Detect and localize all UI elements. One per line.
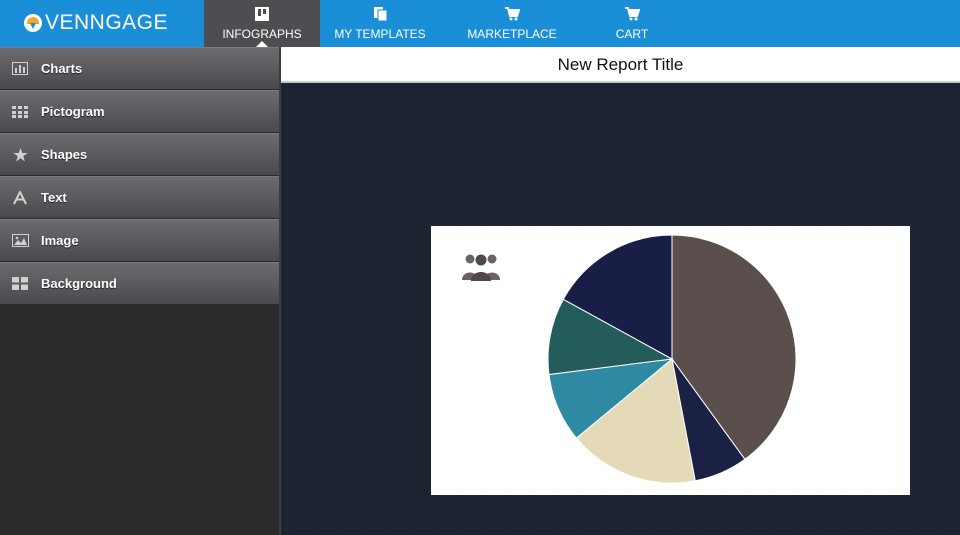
sidebar-item-background[interactable]: Background xyxy=(0,262,279,305)
sidebar-item-shapes[interactable]: Shapes xyxy=(0,133,279,176)
nav-tab-infographs[interactable]: INFOGRAPHS xyxy=(204,0,320,47)
venngage-logo[interactable]: VENNGAGE xyxy=(24,11,168,35)
sidebar-item-label: Background xyxy=(41,276,117,291)
sidebar-item-pictogram[interactable]: Pictogram xyxy=(0,90,279,133)
sidebar: Charts Pictogram Shapes Text Image Backg… xyxy=(0,47,281,535)
nav-tab-label: INFOGRAPHS xyxy=(222,27,302,41)
sidebar-item-label: Pictogram xyxy=(41,104,105,119)
nav-tab-marketplace[interactable]: MARKETPLACE xyxy=(462,0,562,47)
logo-text: VENNGAGE xyxy=(45,11,169,34)
sidebar-item-charts[interactable]: Charts xyxy=(0,47,279,90)
nav-tab-cart[interactable]: CART xyxy=(602,0,662,47)
chart-card[interactable] xyxy=(431,226,910,495)
nav-tab-label: MY TEMPLATES xyxy=(334,27,426,41)
text-icon xyxy=(11,190,29,205)
editor-canvas[interactable] xyxy=(281,83,960,535)
cart-icon xyxy=(625,7,640,21)
image-icon xyxy=(11,234,29,248)
bar-chart-icon xyxy=(11,62,29,76)
sidebar-item-text[interactable]: Text xyxy=(0,176,279,219)
people-group-icon[interactable] xyxy=(461,252,501,282)
nav-tab-label: MARKETPLACE xyxy=(467,27,557,41)
star-icon xyxy=(11,147,29,162)
top-navigation-bar: VENNGAGE INFOGRAPHS MY TEMPLATES MARKETP… xyxy=(0,0,960,47)
infographs-icon xyxy=(255,7,269,21)
sidebar-item-label: Charts xyxy=(41,61,83,76)
sidebar-item-label: Text xyxy=(41,190,67,205)
templates-icon xyxy=(374,7,388,22)
sidebar-item-label: Shapes xyxy=(41,147,88,162)
report-title[interactable]: New Report Title xyxy=(558,55,684,75)
nav-tab-my-templates[interactable]: MY TEMPLATES xyxy=(330,0,430,47)
tiles-icon xyxy=(11,277,29,291)
cart-icon xyxy=(505,7,520,21)
report-title-bar: New Report Title xyxy=(281,47,960,83)
logo-mark-icon xyxy=(24,14,42,32)
grid-icon xyxy=(11,105,29,119)
sidebar-item-label: Image xyxy=(41,233,79,248)
pie-chart[interactable] xyxy=(547,235,797,485)
nav-tab-label: CART xyxy=(615,27,649,41)
sidebar-item-image[interactable]: Image xyxy=(0,219,279,262)
